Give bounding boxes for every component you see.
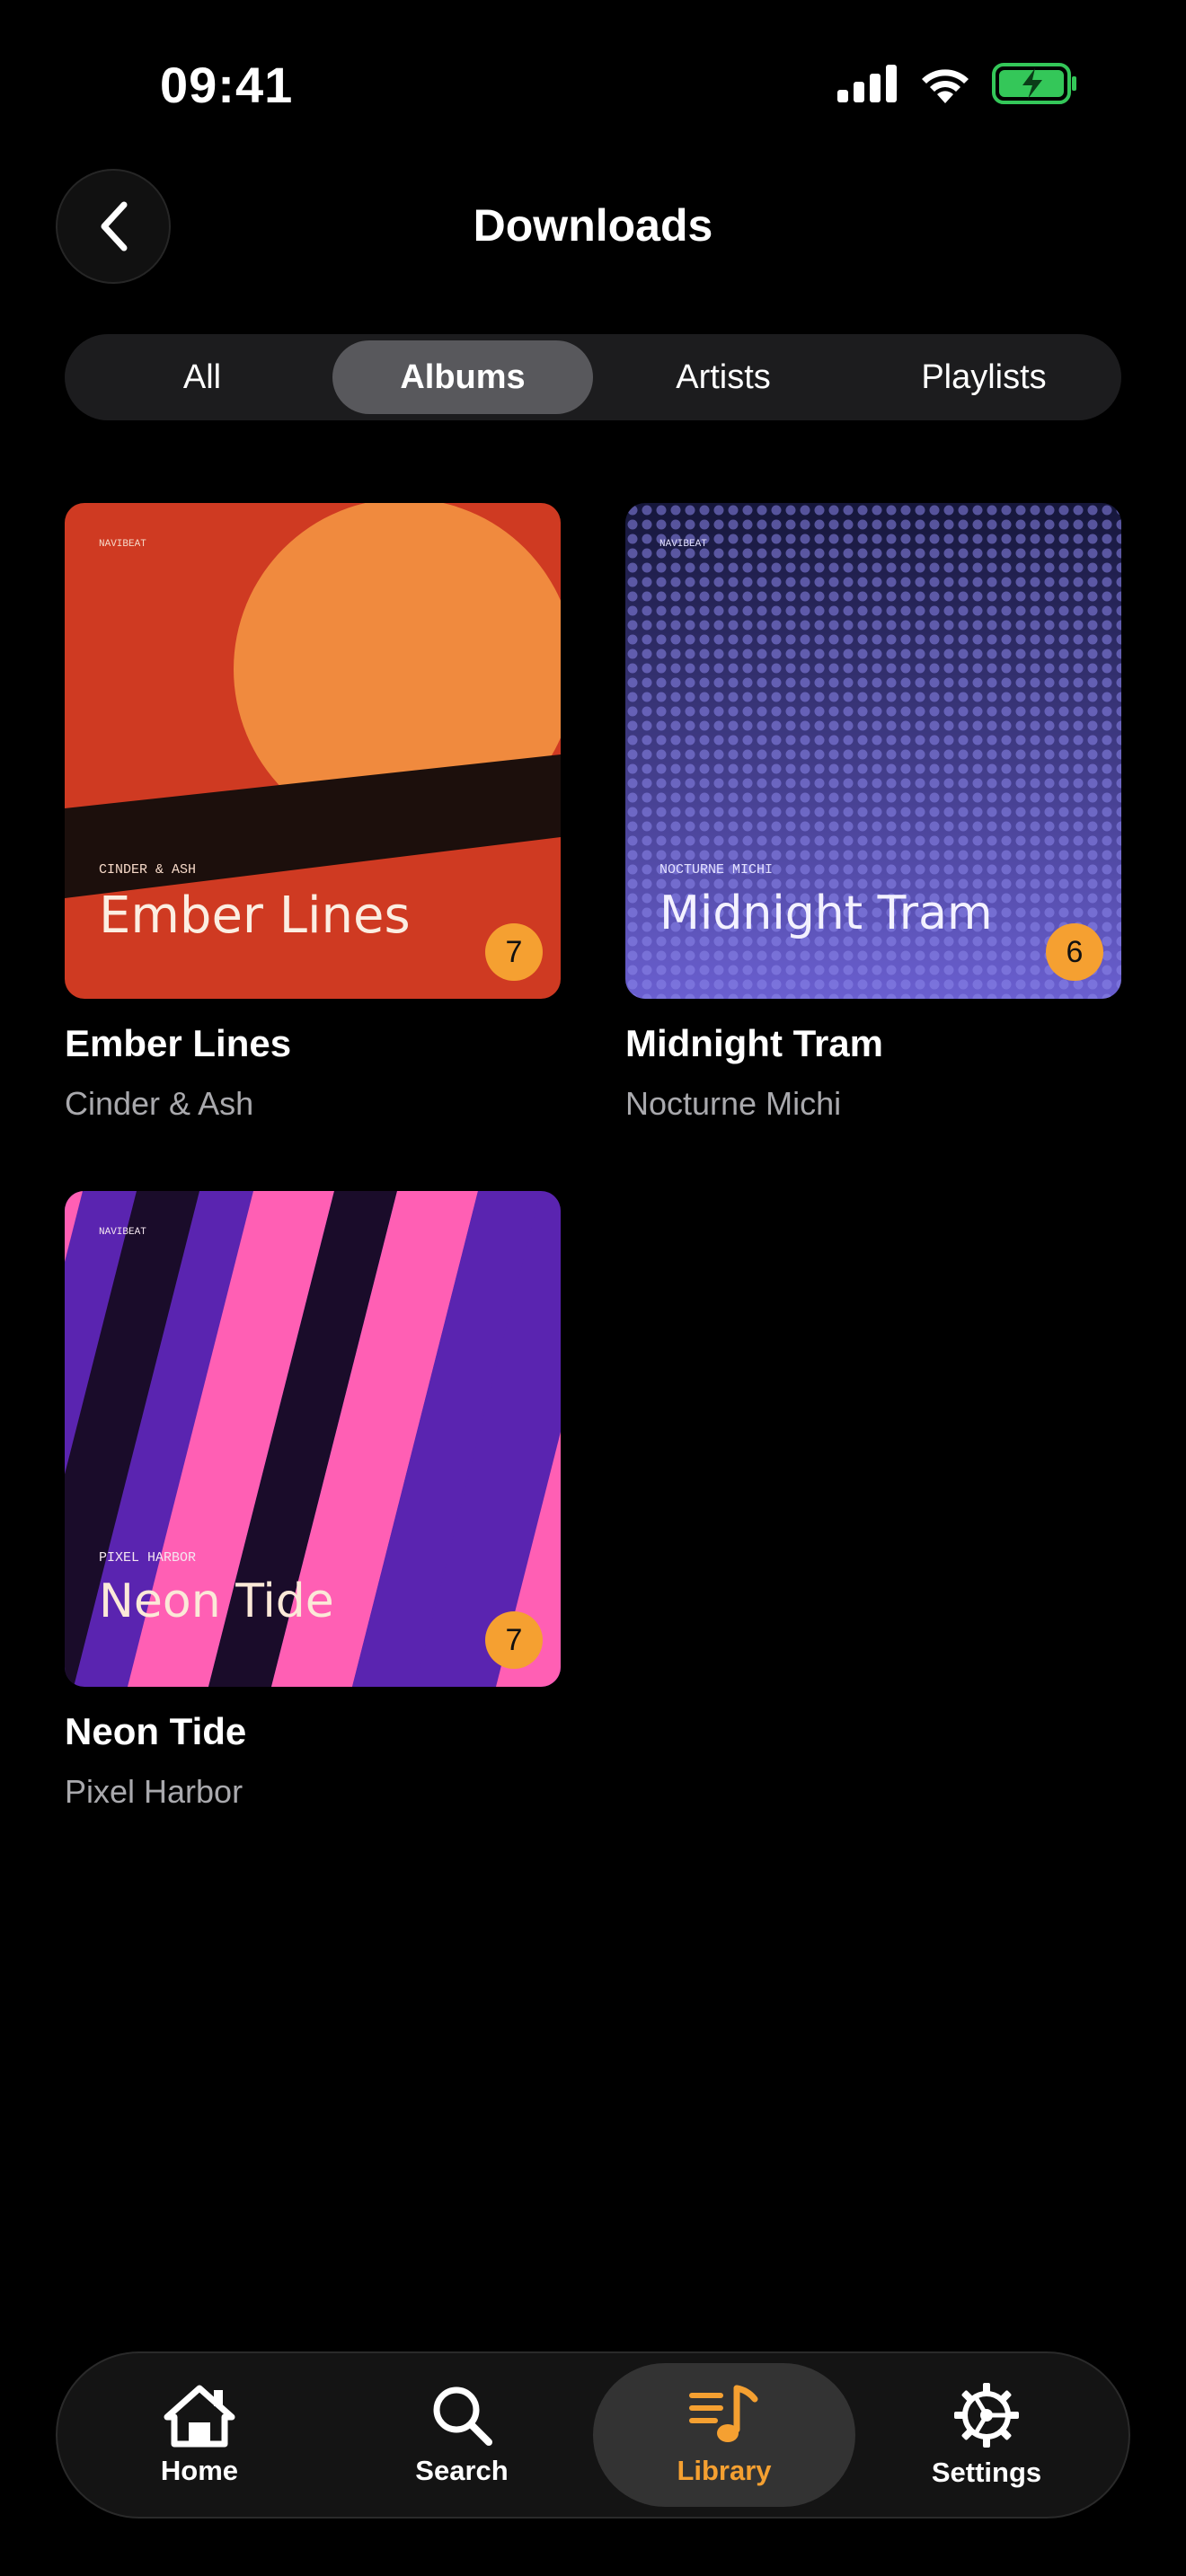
bottom-tab-bar: Home Search Library Settings bbox=[56, 2351, 1130, 2519]
filter-all[interactable]: All bbox=[72, 340, 332, 414]
cover-brand: NAVIBEAT bbox=[659, 539, 707, 550]
album-artwork: NAVIBEAT PIXEL HARBOR Neon Tide bbox=[65, 1191, 561, 1687]
filter-segmented-control: All Albums Artists Playlists bbox=[65, 334, 1121, 420]
cover-artist: PIXEL HARBOR bbox=[99, 1550, 196, 1566]
album-artwork: NAVIBEAT CINDER & ASH Ember Lines bbox=[65, 503, 561, 999]
track-count-badge: 7 bbox=[485, 1611, 543, 1669]
tab-label: Library bbox=[677, 2455, 772, 2486]
cover-artist: NOCTURNE MICHI bbox=[659, 862, 773, 878]
tab-label: Search bbox=[415, 2455, 509, 2486]
tab-label: Home bbox=[160, 2455, 239, 2486]
album-cover[interactable]: NAVIBEAT CINDER & ASH Ember Lines 7 bbox=[65, 503, 561, 999]
tab-settings[interactable]: Settings bbox=[855, 2363, 1118, 2507]
album-title: Midnight Tram bbox=[625, 1022, 883, 1064]
album-cover[interactable]: NAVIBEAT NOCTURNE MICHI Midnight Tram 6 bbox=[625, 503, 1121, 999]
album-artist: Cinder & Ash bbox=[65, 1085, 254, 1122]
filter-albums[interactable]: Albums bbox=[332, 340, 593, 414]
signal-icon bbox=[837, 65, 897, 102]
tab-home[interactable]: Home bbox=[68, 2363, 331, 2507]
search-icon bbox=[433, 2386, 492, 2446]
album-artist: Nocturne Michi bbox=[625, 1085, 842, 1122]
home-icon bbox=[164, 2385, 235, 2448]
album-cover[interactable]: NAVIBEAT PIXEL HARBOR Neon Tide 7 bbox=[65, 1191, 561, 1687]
tab-label: Settings bbox=[931, 2457, 1042, 2488]
settings-icon bbox=[954, 2383, 1019, 2448]
cover-brand: NAVIBEAT bbox=[99, 539, 146, 550]
album-artwork: NAVIBEAT NOCTURNE MICHI Midnight Tram bbox=[625, 503, 1121, 999]
cover-brand: NAVIBEAT bbox=[99, 1227, 146, 1238]
album-title: Ember Lines bbox=[65, 1022, 292, 1064]
tab-search[interactable]: Search bbox=[331, 2363, 593, 2507]
album-artist: Pixel Harbor bbox=[65, 1773, 243, 1810]
album-card-ember-lines[interactable]: NAVIBEAT CINDER & ASH Ember Lines 7 Embe… bbox=[65, 503, 561, 1123]
tab-library[interactable]: Library bbox=[593, 2363, 855, 2507]
album-title: Neon Tide bbox=[65, 1710, 247, 1752]
wifi-icon bbox=[922, 69, 969, 103]
cover-artist: CINDER & ASH bbox=[99, 862, 196, 878]
filter-playlists[interactable]: Playlists bbox=[854, 340, 1114, 414]
track-count-badge: 6 bbox=[1046, 923, 1103, 981]
album-card-neon-tide[interactable]: NAVIBEAT PIXEL HARBOR Neon Tide 7 Neon T… bbox=[65, 1191, 561, 1811]
page-title: Downloads bbox=[473, 200, 713, 251]
status-icons bbox=[837, 63, 1078, 104]
filter-artists[interactable]: Artists bbox=[593, 340, 854, 414]
cover-title: Midnight Tram bbox=[659, 887, 993, 940]
library-icon bbox=[689, 2385, 758, 2442]
track-count-badge: 7 bbox=[485, 923, 543, 981]
album-card-midnight-tram[interactable]: NAVIBEAT NOCTURNE MICHI Midnight Tram 6 … bbox=[625, 503, 1121, 1123]
cover-title: Neon Tide bbox=[99, 1575, 334, 1628]
cover-title: Ember Lines bbox=[99, 887, 411, 945]
battery-icon bbox=[992, 63, 1076, 104]
status-time: 09:41 bbox=[160, 57, 294, 113]
